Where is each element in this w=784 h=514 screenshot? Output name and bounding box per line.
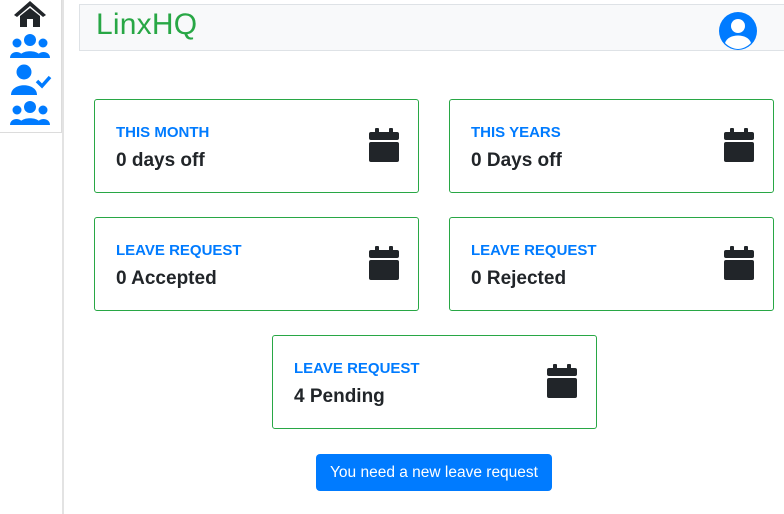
card-value: 0 Accepted [116, 268, 217, 289]
card-leave-accepted: LEAVE REQUEST 0 Accepted [94, 217, 419, 311]
sidebar [0, 0, 62, 133]
card-title: LEAVE REQUEST [294, 360, 420, 377]
calendar-icon [547, 364, 577, 398]
users-icon[interactable] [10, 99, 50, 127]
calendar-icon [369, 128, 399, 162]
calendar-icon [724, 246, 754, 280]
new-leave-request-button[interactable]: You need a new leave request [316, 454, 552, 491]
card-this-month: THIS MONTH 0 days off [94, 99, 419, 193]
card-value: 0 days off [116, 150, 205, 171]
card-leave-rejected: LEAVE REQUEST 0 Rejected [449, 217, 774, 311]
top-navbar: LinxHQ [79, 4, 784, 51]
home-icon[interactable] [12, 0, 48, 28]
card-value: 0 Rejected [471, 268, 567, 289]
calendar-icon [369, 246, 399, 280]
sidebar-divider [62, 0, 64, 514]
calendar-icon [724, 128, 754, 162]
card-this-years: THIS YEARS 0 Days off [449, 99, 774, 193]
card-title: LEAVE REQUEST [116, 242, 242, 259]
card-leave-pending: LEAVE REQUEST 4 Pending [272, 335, 597, 429]
card-value: 0 Days off [471, 150, 562, 171]
users-icon[interactable] [10, 32, 50, 60]
user-check-icon[interactable] [10, 64, 52, 96]
brand-logo[interactable]: LinxHQ [96, 8, 197, 42]
card-title: LEAVE REQUEST [471, 242, 597, 259]
card-title: THIS YEARS [471, 124, 561, 141]
card-title: THIS MONTH [116, 124, 210, 141]
user-circle-icon[interactable] [718, 11, 758, 51]
card-value: 4 Pending [294, 386, 385, 407]
